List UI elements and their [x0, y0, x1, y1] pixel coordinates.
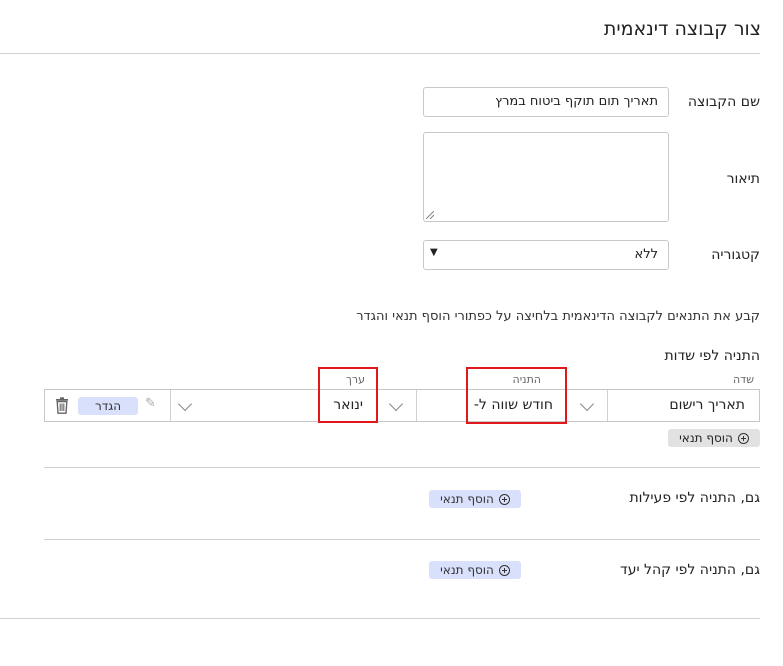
field-select-value[interactable]: תאריך רישום	[669, 390, 745, 421]
add-activity-condition-button[interactable]: הוסף תנאי	[429, 490, 521, 508]
category-selected-value: ללא	[634, 247, 658, 262]
value-highlight-box	[318, 367, 378, 423]
header-divider	[0, 53, 760, 54]
add-audience-condition-button[interactable]: הוסף תנאי	[429, 561, 521, 579]
cell-divider	[607, 390, 608, 421]
plus-circle-icon	[737, 432, 749, 444]
activity-conditions-label: גם, התניה לפי פעילות	[629, 490, 760, 506]
footer-divider	[0, 618, 760, 619]
plus-circle-icon	[498, 564, 510, 576]
trash-icon[interactable]	[55, 397, 69, 414]
chevron-down-icon[interactable]	[177, 396, 193, 412]
condition-highlight-box	[466, 367, 567, 424]
cell-divider	[416, 390, 417, 421]
plus-circle-icon	[498, 493, 510, 505]
page-title: צור קבוצה דינאמית	[603, 18, 761, 40]
category-select[interactable]: ללא ▼	[423, 240, 669, 270]
description-textarea[interactable]	[423, 132, 669, 222]
resize-grip-icon[interactable]	[426, 211, 434, 219]
section-divider	[44, 467, 760, 468]
section-divider	[44, 539, 760, 540]
define-button[interactable]: הגדר	[78, 397, 138, 415]
audience-conditions-label: גם, התניה לפי קהל יעד	[620, 562, 760, 578]
group-name-label: שם הקבוצה	[687, 94, 760, 110]
pencil-icon[interactable]: ✎	[145, 396, 156, 411]
description-label: תיאור	[726, 171, 760, 187]
caret-down-icon: ▼	[430, 247, 438, 258]
category-label: קטגוריה	[711, 247, 760, 263]
chevron-down-icon[interactable]	[388, 396, 404, 412]
instructions-text: קבע את התנאים לקבוצה הדינאמית בלחיצה על …	[356, 309, 760, 324]
add-field-condition-button[interactable]: הוסף תנאי	[668, 429, 760, 447]
field-conditions-title: התניה לפי שדות	[664, 348, 760, 364]
chevron-down-icon[interactable]	[579, 396, 595, 412]
condition-row: תאריך רישום חודש שווה ל- ינואר ✎ הגדר	[44, 389, 760, 422]
cell-divider	[170, 390, 171, 421]
field-column-header: שדה	[733, 373, 754, 386]
group-name-input[interactable]: תאריך תום תוקף ביטוח במרץ	[423, 87, 669, 117]
